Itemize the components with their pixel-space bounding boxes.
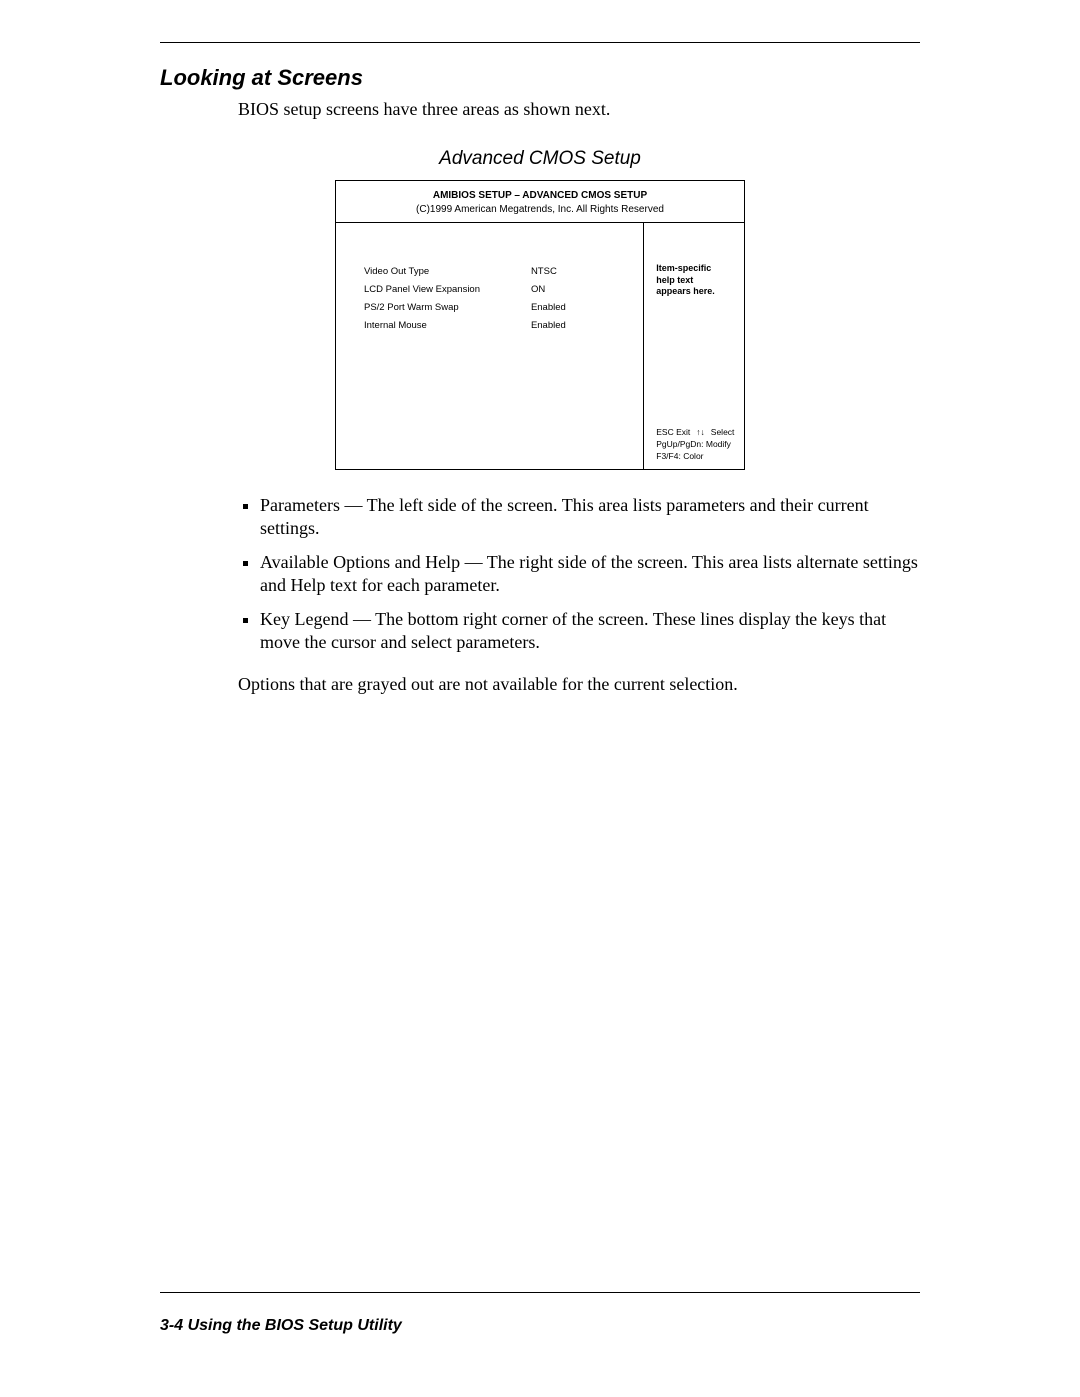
- bios-body: Video Out Type NTSC LCD Panel View Expan…: [336, 223, 744, 469]
- help-line: Item-specific: [656, 263, 734, 275]
- bios-param-row: Video Out Type NTSC: [364, 263, 633, 281]
- legend-select: Select: [711, 427, 735, 439]
- help-line: appears here.: [656, 286, 734, 298]
- param-value: Enabled: [531, 317, 633, 335]
- top-rule: [160, 42, 920, 43]
- bios-param-row: LCD Panel View Expansion ON: [364, 281, 633, 299]
- param-value: NTSC: [531, 263, 633, 281]
- bios-help-pane: Item-specific help text appears here. ES…: [644, 223, 744, 469]
- help-line: help text: [656, 275, 734, 287]
- bullet-list: Parameters — The left side of the screen…: [238, 494, 920, 654]
- param-value: ON: [531, 281, 633, 299]
- bios-help-text: Item-specific help text appears here.: [656, 263, 734, 298]
- param-name: Internal Mouse: [364, 317, 531, 335]
- list-item: Key Legend — The bottom right corner of …: [260, 608, 920, 655]
- param-name: Video Out Type: [364, 263, 531, 281]
- bios-param-row: Internal Mouse Enabled: [364, 317, 633, 335]
- closing-text: Options that are grayed out are not avai…: [238, 674, 920, 695]
- bios-param-row: PS/2 Port Warm Swap Enabled: [364, 299, 633, 317]
- legend-esc-exit: ESC Exit: [656, 427, 690, 439]
- param-name: PS/2 Port Warm Swap: [364, 299, 531, 317]
- page: Looking at Screens BIOS setup screens ha…: [0, 0, 1080, 1397]
- section-title: Looking at Screens: [160, 65, 920, 91]
- arrow-up-down-icon: ↑↓: [696, 427, 705, 439]
- footer-text: 3-4 Using the BIOS Setup Utility: [160, 1317, 402, 1335]
- bios-header: AMIBIOS SETUP – ADVANCED CMOS SETUP (C)1…: [336, 181, 744, 223]
- bios-screenshot: AMIBIOS SETUP – ADVANCED CMOS SETUP (C)1…: [335, 180, 745, 470]
- param-name: LCD Panel View Expansion: [364, 281, 531, 299]
- list-item: Available Options and Help — The right s…: [260, 551, 920, 598]
- legend-line: PgUp/PgDn: Modify: [656, 439, 734, 451]
- bios-params-pane: Video Out Type NTSC LCD Panel View Expan…: [336, 223, 644, 469]
- footer-rule: [160, 1292, 920, 1293]
- bios-key-legend: ESC Exit ↑↓ Select PgUp/PgDn: Modify F3/…: [656, 427, 734, 463]
- legend-line: ESC Exit ↑↓ Select: [656, 427, 734, 439]
- bios-header-line1: AMIBIOS SETUP – ADVANCED CMOS SETUP: [346, 189, 734, 203]
- legend-line: F3/F4: Color: [656, 451, 734, 463]
- figure-title: Advanced CMOS Setup: [160, 148, 920, 170]
- intro-text: BIOS setup screens have three areas as s…: [238, 99, 920, 120]
- param-value: Enabled: [531, 299, 633, 317]
- list-item: Parameters — The left side of the screen…: [260, 494, 920, 541]
- bios-header-line2: (C)1999 American Megatrends, Inc. All Ri…: [346, 203, 734, 217]
